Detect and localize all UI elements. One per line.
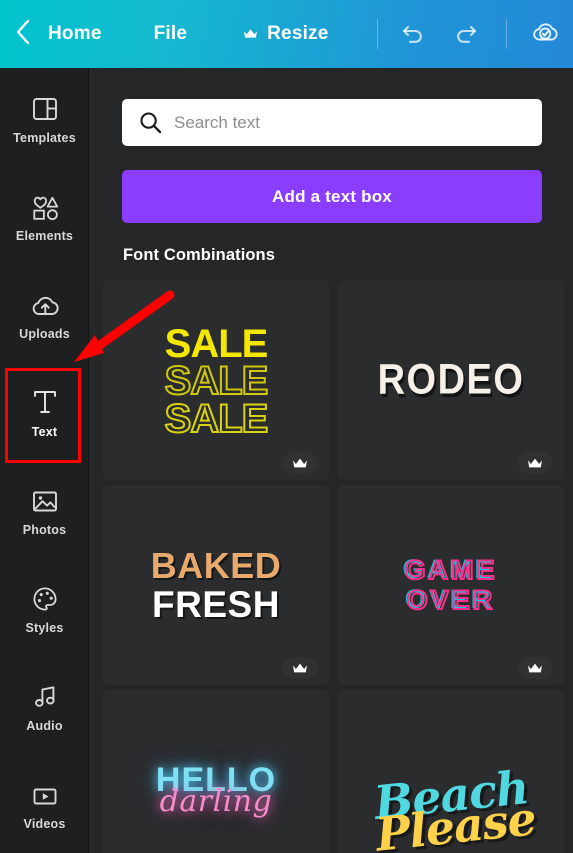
premium-badge[interactable] bbox=[518, 657, 552, 679]
sidebar-item-label: Styles bbox=[25, 621, 64, 635]
file-menu-button[interactable]: File bbox=[154, 0, 188, 68]
sidebar-item-label: Templates bbox=[13, 131, 76, 145]
font-combination-card-sale[interactable]: SALE SALE SALE bbox=[103, 280, 329, 480]
audio-icon bbox=[31, 677, 59, 711]
videos-icon bbox=[30, 775, 60, 809]
font-combination-card-beach-please[interactable]: Beach Please bbox=[338, 690, 564, 853]
font-combination-card-hello-darling[interactable]: HELLO darling bbox=[103, 690, 329, 853]
file-label: File bbox=[153, 23, 188, 44]
thumb-line: SALE bbox=[164, 396, 270, 441]
uploads-icon bbox=[29, 285, 61, 319]
text-icon bbox=[31, 383, 59, 417]
thumb-line: SALE bbox=[164, 322, 269, 367]
templates-icon bbox=[31, 89, 59, 123]
font-combinations-grid: SALE SALE SALE RODEO BAKED FRESH GAME OV… bbox=[103, 280, 573, 853]
thumb-line: FRESH bbox=[152, 583, 280, 625]
thumbnail-hello-darling: HELLO darling bbox=[156, 763, 276, 817]
thumbnail-beach-please: Beach Please bbox=[371, 760, 538, 853]
left-sidebar: Templates Elements Uploads Text Photos S… bbox=[0, 68, 89, 853]
sidebar-item-label: Text bbox=[31, 425, 58, 439]
toolbar-divider-2 bbox=[505, 19, 507, 49]
thumbnail-rodeo: RODEO bbox=[377, 356, 525, 404]
sidebar-item-label: Photos bbox=[22, 523, 67, 537]
thumb-line: BAKED bbox=[150, 544, 282, 586]
font-combination-card-rodeo[interactable]: RODEO bbox=[338, 280, 564, 480]
sidebar-item-label: Uploads bbox=[19, 327, 70, 341]
sidebar-item-audio[interactable]: Audio bbox=[0, 656, 89, 754]
resize-label: Resize bbox=[267, 23, 329, 44]
redo-icon bbox=[453, 21, 478, 48]
crown-icon bbox=[293, 458, 307, 467]
resize-button[interactable]: Resize bbox=[243, 0, 328, 68]
thumbnail-game-over: GAME OVER bbox=[404, 554, 498, 616]
sidebar-item-styles[interactable]: Styles bbox=[0, 558, 89, 656]
crown-icon bbox=[528, 458, 542, 467]
crown-icon bbox=[243, 28, 258, 40]
text-panel: Add a text box Font Combinations SALE SA… bbox=[89, 68, 573, 853]
redo-button[interactable] bbox=[444, 0, 488, 68]
undo-button[interactable] bbox=[392, 0, 436, 68]
sidebar-item-videos[interactable]: Videos bbox=[0, 754, 89, 852]
thumb-line: OVER bbox=[406, 584, 496, 616]
cloud-save-button[interactable] bbox=[523, 0, 567, 68]
top-toolbar: Home File Resize bbox=[0, 0, 573, 68]
add-text-box-button[interactable]: Add a text box bbox=[122, 170, 542, 223]
thumbnail-baked-fresh: BAKED FRESH bbox=[150, 544, 282, 625]
sidebar-item-label: Elements bbox=[15, 229, 74, 243]
canva-editor-window: Home File Resize Templates Elements Uplo… bbox=[0, 0, 573, 853]
sidebar-item-text[interactable]: Text bbox=[0, 362, 89, 460]
home-menu-button[interactable]: Home bbox=[48, 0, 102, 68]
crown-icon bbox=[528, 663, 542, 672]
thumb-line: darling bbox=[159, 784, 273, 819]
back-button[interactable] bbox=[0, 0, 46, 68]
premium-badge[interactable] bbox=[518, 452, 552, 474]
search-input[interactable] bbox=[174, 112, 542, 133]
sidebar-item-templates[interactable]: Templates bbox=[0, 68, 89, 166]
sidebar-item-label: Videos bbox=[23, 817, 66, 831]
premium-badge[interactable] bbox=[283, 452, 317, 474]
elements-icon bbox=[30, 187, 60, 221]
sidebar-item-uploads[interactable]: Uploads bbox=[0, 264, 89, 362]
search-bar[interactable] bbox=[122, 99, 542, 146]
undo-icon bbox=[401, 21, 426, 48]
font-combination-card-game-over[interactable]: GAME OVER bbox=[338, 485, 564, 685]
sidebar-item-label: Audio bbox=[26, 719, 63, 733]
font-combination-card-baked-fresh[interactable]: BAKED FRESH bbox=[103, 485, 329, 685]
cloud-check-icon bbox=[530, 19, 560, 50]
toolbar-divider-1 bbox=[376, 19, 378, 49]
thumbnail-sale: SALE SALE SALE bbox=[164, 322, 270, 441]
sidebar-item-elements[interactable]: Elements bbox=[0, 166, 89, 264]
thumb-line: SALE bbox=[164, 359, 270, 404]
premium-badge[interactable] bbox=[283, 657, 317, 679]
styles-icon bbox=[31, 579, 59, 613]
photos-icon bbox=[30, 481, 60, 515]
search-icon bbox=[139, 111, 162, 134]
section-title-font-combinations: Font Combinations bbox=[123, 246, 276, 264]
sidebar-item-photos[interactable]: Photos bbox=[0, 460, 89, 558]
chevron-left-icon bbox=[15, 19, 31, 50]
crown-icon bbox=[293, 663, 307, 672]
home-label: Home bbox=[48, 23, 102, 44]
thumb-line: GAME bbox=[404, 554, 498, 586]
